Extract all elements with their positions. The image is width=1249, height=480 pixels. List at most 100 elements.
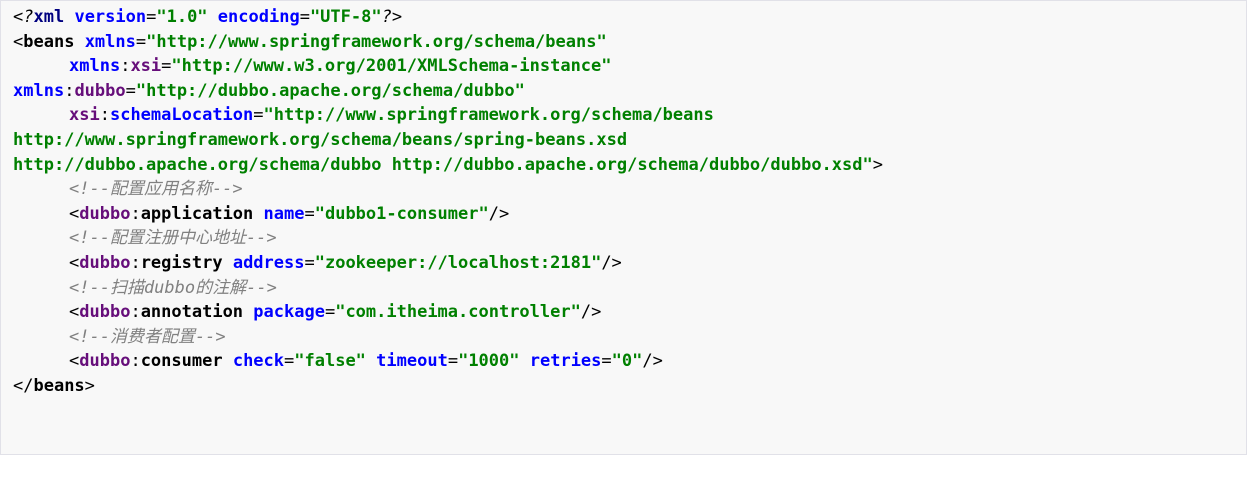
code-token-punc: = bbox=[284, 351, 295, 372]
code-token-punc: : bbox=[130, 351, 141, 372]
code-token-val: "dubbo1-consumer" bbox=[314, 203, 489, 224]
code-token-tag: registry bbox=[140, 252, 223, 273]
code-token-punc: < bbox=[69, 203, 80, 224]
code-token-punc bbox=[243, 302, 253, 322]
code-token-val: "com.itheima.controller" bbox=[335, 302, 581, 323]
code-token-val: http://dubbo.apache.org/schema/dubbo htt… bbox=[13, 154, 873, 175]
code-line: <!--扫描dubbo的注解--> bbox=[13, 276, 1246, 301]
code-token-punc: = bbox=[253, 105, 264, 126]
code-token-comment: <!--配置应用名称--> bbox=[69, 179, 243, 200]
code-token-punc bbox=[253, 204, 263, 224]
code-token-attr: xmlns bbox=[84, 31, 136, 52]
code-token-val: "1000" bbox=[458, 351, 520, 372]
code-token-punc: : bbox=[130, 203, 141, 224]
code-line: xmlns:dubbo="http://dubbo.apache.org/sch… bbox=[13, 79, 1246, 104]
code-token-punc: /> bbox=[580, 302, 602, 323]
code-token-punc bbox=[366, 351, 376, 371]
code-token-ns: dubbo bbox=[79, 203, 131, 224]
code-token-punc: = bbox=[447, 351, 459, 372]
code-line: <beans xmlns="http://www.springframework… bbox=[13, 30, 1246, 55]
code-token-punc: = bbox=[135, 31, 147, 52]
code-token-punc: = bbox=[304, 203, 315, 224]
code-token-punc bbox=[74, 32, 84, 52]
code-token-pi: ?> bbox=[381, 7, 403, 27]
code-token-kw: xml bbox=[33, 7, 65, 27]
code-token-attr: timeout bbox=[376, 351, 448, 372]
code-line: xmlns:xsi="http://www.w3.org/2001/XMLSch… bbox=[13, 54, 1246, 79]
code-token-val: http://www.springframework.org/schema/be… bbox=[13, 129, 628, 150]
code-line: http://www.springframework.org/schema/be… bbox=[13, 128, 1246, 153]
code-token-attr: check bbox=[232, 351, 285, 372]
code-token-punc: = bbox=[125, 80, 136, 101]
code-token-ns: dubbo bbox=[79, 351, 131, 372]
code-token-punc: /> bbox=[488, 203, 510, 224]
code-token-punc: : bbox=[130, 252, 141, 273]
code-token-ns: dubbo bbox=[79, 302, 131, 323]
code-token-punc bbox=[520, 351, 530, 371]
code-token-punc bbox=[64, 7, 74, 27]
code-token-val: "UTF-8" bbox=[309, 7, 382, 27]
code-token-punc: : bbox=[120, 56, 131, 77]
code-token-attr: schemaLocation bbox=[109, 105, 254, 126]
code-line: <!--配置应用名称--> bbox=[13, 177, 1246, 202]
code-token-attr: encoding bbox=[217, 7, 300, 27]
code-token-ns: dubbo bbox=[79, 252, 131, 273]
code-token-pi: <? bbox=[13, 7, 34, 27]
code-block: <?xml version="1.0" encoding="UTF-8"?> <b… bbox=[0, 0, 1247, 455]
code-line: <dubbo:consumer check="false" timeout="1… bbox=[13, 349, 1246, 374]
code-token-punc: < bbox=[69, 252, 80, 273]
code-token-tag: beans bbox=[33, 375, 85, 396]
code-line: <?xml version="1.0" encoding="UTF-8"?> bbox=[13, 5, 1246, 30]
code-token-punc: = bbox=[324, 302, 336, 323]
code-line: <dubbo:application name="dubbo1-consumer… bbox=[13, 202, 1246, 227]
code-token-val: "http://www.springframework.org/schema/b… bbox=[263, 105, 714, 126]
code-line: http://dubbo.apache.org/schema/dubbo htt… bbox=[13, 153, 1246, 178]
code-token-punc: /> bbox=[601, 252, 622, 273]
code-token-attr: xmlns bbox=[69, 56, 121, 77]
code-token-val: "zookeeper://localhost:2181" bbox=[314, 252, 602, 273]
code-token-attr: xmlns bbox=[13, 80, 65, 101]
code-token-ns: xsi bbox=[130, 56, 162, 77]
code-token-comment: <!--消费者配置--> bbox=[69, 326, 226, 347]
code-token-punc: : bbox=[130, 302, 141, 323]
code-token-punc: > bbox=[872, 154, 883, 175]
code-token-punc: : bbox=[99, 105, 110, 126]
code-token-val: "http://www.w3.org/2001/XMLSchema-instan… bbox=[171, 56, 612, 77]
code-token-punc: = bbox=[299, 7, 310, 27]
code-line: <!--消费者配置--> bbox=[13, 325, 1246, 350]
code-token-ns: dubbo bbox=[74, 80, 126, 101]
code-token-attr: package bbox=[253, 302, 325, 323]
code-token-punc: : bbox=[64, 80, 75, 101]
code-token-punc: < bbox=[69, 351, 80, 372]
code-token-tag: application bbox=[140, 203, 254, 224]
code-token-punc: = bbox=[161, 56, 172, 77]
code-token-punc: < bbox=[13, 31, 24, 52]
code-token-attr: address bbox=[232, 252, 305, 273]
code-line: xsi:schemaLocation="http://www.springfra… bbox=[13, 103, 1246, 128]
code-token-attr: retries bbox=[529, 351, 602, 372]
code-line: <!--配置注册中心地址--> bbox=[13, 226, 1246, 251]
code-line: <dubbo:annotation package="com.itheima.c… bbox=[13, 300, 1246, 325]
code-token-punc bbox=[223, 351, 233, 371]
code-line: <dubbo:registry address="zookeeper://loc… bbox=[13, 251, 1246, 276]
code-token-punc: > bbox=[84, 375, 95, 396]
code-token-tag: consumer bbox=[140, 351, 223, 372]
code-token-val: "0" bbox=[611, 351, 643, 372]
code-token-tag: annotation bbox=[140, 302, 244, 323]
code-token-comment: <!--扫描dubbo的注解--> bbox=[69, 277, 277, 298]
code-token-punc bbox=[208, 7, 218, 27]
code-token-punc: = bbox=[601, 351, 612, 372]
code-token-punc: < bbox=[69, 302, 80, 323]
code-token-punc: = bbox=[146, 7, 157, 27]
code-token-attr: name bbox=[263, 203, 305, 224]
code-token-val: "false" bbox=[294, 351, 366, 372]
code-line: </beans> bbox=[13, 374, 1246, 399]
code-token-tag: beans bbox=[23, 31, 75, 52]
code-token-punc bbox=[223, 253, 233, 273]
code-token-val: "http://dubbo.apache.org/schema/dubbo" bbox=[135, 80, 525, 101]
code-token-punc: </ bbox=[13, 375, 34, 396]
code-token-val: "http://www.springframework.org/schema/b… bbox=[146, 31, 607, 52]
code-token-ns: xsi bbox=[69, 105, 100, 126]
code-token-comment: <!--配置注册中心地址--> bbox=[69, 228, 277, 249]
code-token-attr: version bbox=[74, 7, 147, 27]
